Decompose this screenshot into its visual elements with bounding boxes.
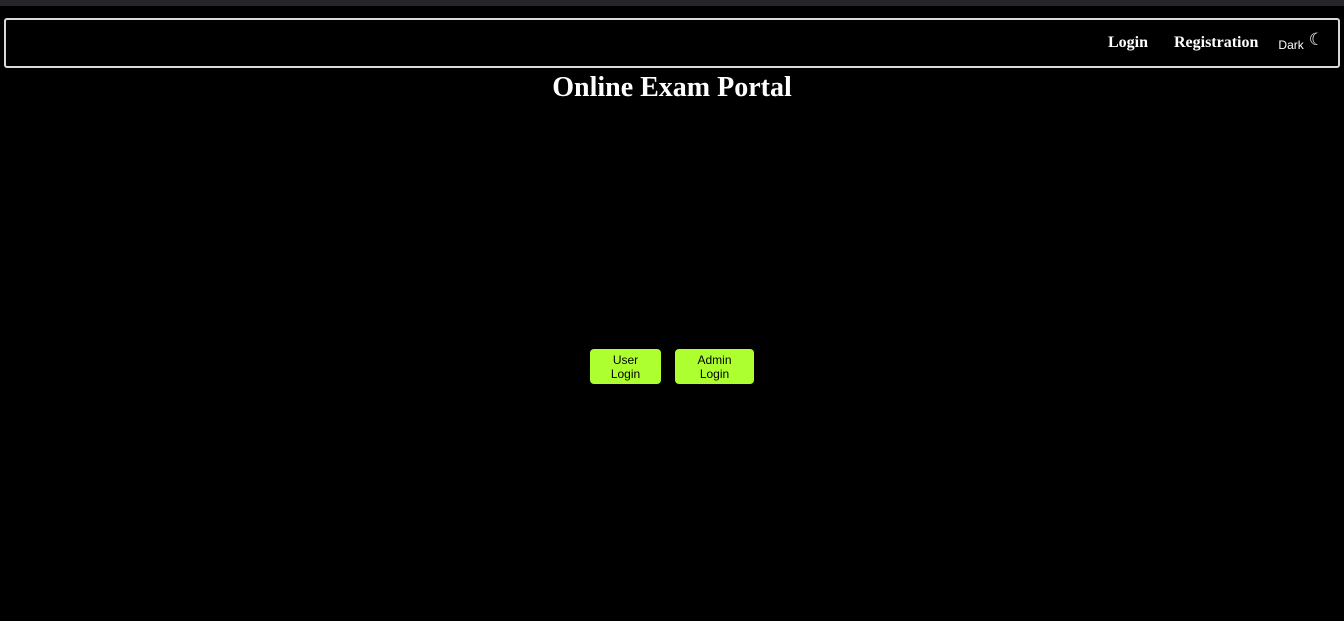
nav-links: Login Registration Dark ☾ bbox=[1108, 20, 1324, 66]
navbar: Login Registration Dark ☾ bbox=[4, 18, 1340, 68]
theme-toggle-label: Dark bbox=[1278, 37, 1304, 52]
user-login-button[interactable]: User Login bbox=[590, 349, 661, 384]
theme-toggle[interactable]: Dark ☾ bbox=[1278, 30, 1324, 52]
admin-login-button[interactable]: Admin Login bbox=[675, 349, 754, 384]
page-title: Online Exam Portal bbox=[552, 72, 792, 103]
login-buttons: User Login Admin Login bbox=[0, 349, 1344, 384]
moon-icon: ☾ bbox=[1308, 30, 1324, 50]
nav-registration-link[interactable]: Registration bbox=[1174, 34, 1258, 52]
browser-top-strip bbox=[0, 0, 1344, 6]
nav-login-link[interactable]: Login bbox=[1108, 34, 1148, 52]
